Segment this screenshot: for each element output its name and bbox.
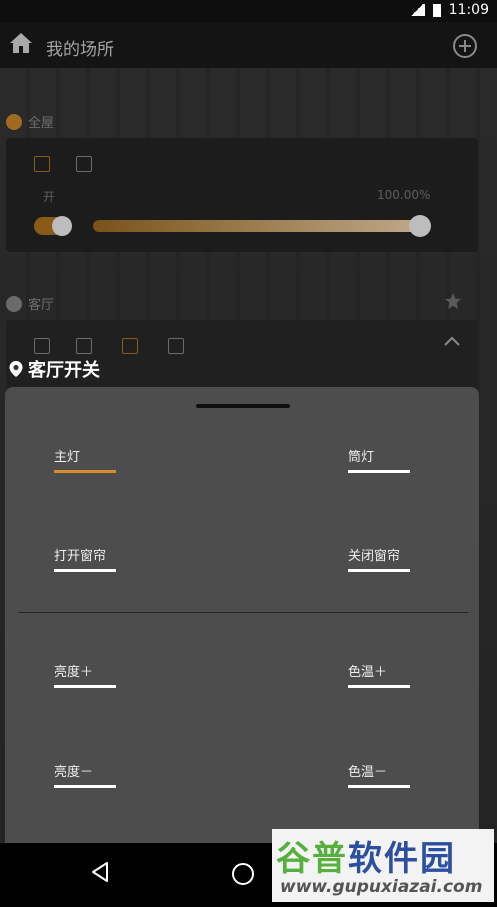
active-indicator [54, 470, 116, 473]
curtain-icon [76, 338, 92, 354]
app-title: 我的场所 [46, 40, 114, 60]
status-bar: 11:09 [0, 0, 497, 22]
option-downlight[interactable]: 筒灯 [348, 446, 410, 473]
status-time: 11:09 [448, 2, 489, 18]
signal-icon [408, 4, 425, 16]
scene-icon [122, 338, 138, 354]
watermark: 谷普软件园 www.gupuxiazai.com [272, 829, 494, 902]
home-badge-icon [6, 113, 22, 130]
brightness-slider[interactable] [93, 220, 423, 232]
option-main-light[interactable]: 主灯 [54, 446, 116, 473]
star-icon[interactable] [444, 292, 462, 310]
home-nav-icon[interactable] [232, 863, 254, 885]
back-icon[interactable] [90, 861, 110, 883]
app-bar: 我的场所 [0, 22, 497, 68]
watermark-url: www.gupuxiazai.com [280, 877, 483, 897]
battery-icon [432, 3, 441, 17]
option-color-temp-down[interactable]: 色温－ [348, 761, 410, 788]
home-icon[interactable] [9, 32, 33, 54]
section-living: 客厅 [6, 294, 54, 313]
bulb-icon [34, 338, 50, 354]
option-color-temp-up[interactable]: 色温＋ [348, 661, 410, 688]
option-brightness-down[interactable]: 亮度－ [54, 761, 116, 788]
option-open-curtain[interactable]: 打开窗帘 [54, 545, 116, 572]
add-place-icon[interactable] [453, 34, 477, 58]
option-brightness-up[interactable]: 亮度＋ [54, 661, 116, 688]
section-all: 全屋 [6, 112, 54, 131]
scene-switch-sheet: 主灯 筒灯 打开窗帘 关闭窗帘 亮度＋ 色温＋ 亮度－ 色温－ [5, 387, 479, 843]
brightness-value: 100.00% [377, 188, 431, 202]
location-pin-icon [9, 361, 23, 377]
bulb-icon [34, 156, 50, 172]
power-toggle[interactable] [34, 216, 72, 236]
chevron-up-icon[interactable] [444, 336, 460, 346]
scene-title: 客厅开关 [8, 356, 100, 382]
curtain-icon [76, 156, 92, 172]
divider [18, 612, 468, 613]
all-house-card: 开 100.00% [6, 138, 478, 252]
teapot-icon [168, 338, 184, 354]
power-state-label: 开 [43, 190, 56, 204]
watermark-brand: 谷普软件园 [276, 839, 456, 879]
room-badge-icon [6, 295, 22, 312]
drag-handle[interactable] [196, 404, 290, 408]
option-close-curtain[interactable]: 关闭窗帘 [348, 545, 410, 572]
brightness-slider-knob[interactable] [409, 215, 431, 237]
